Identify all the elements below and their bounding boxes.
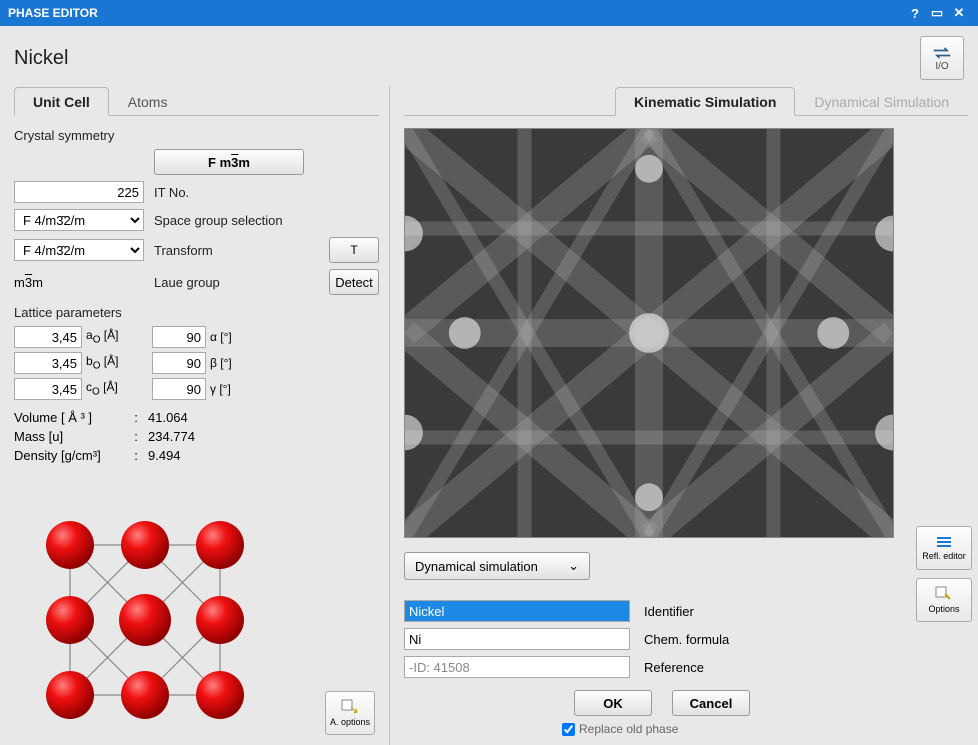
gamma-label: γ [°] xyxy=(210,382,232,396)
space-group-select[interactable]: F 4/m3̄2/m xyxy=(14,209,144,231)
density-label: Density [g/cm³] xyxy=(14,448,124,463)
transform-button[interactable]: T xyxy=(329,237,379,263)
options-icon xyxy=(341,699,359,715)
identifier-label: Identifier xyxy=(644,604,804,619)
reference-label: Reference xyxy=(644,660,804,675)
io-button[interactable]: I/O xyxy=(920,36,964,80)
b-label: bO [Å] xyxy=(86,354,128,371)
a-input[interactable] xyxy=(14,326,82,348)
laue-label: Laue group xyxy=(154,275,319,290)
help-icon[interactable]: ? xyxy=(904,4,926,22)
it-number-label: IT No. xyxy=(154,185,319,200)
formula-label: Chem. formula xyxy=(644,632,804,647)
dynamical-simulation-button[interactable]: Dynamical simulation ⌄ xyxy=(404,552,590,580)
alpha-label: α [°] xyxy=(210,330,232,344)
window-title: PHASE EDITOR xyxy=(8,6,904,20)
title-bar: PHASE EDITOR ? ▭ ✕ xyxy=(0,0,978,26)
alpha-input[interactable] xyxy=(152,326,206,348)
simulation-viewport[interactable] xyxy=(404,128,894,538)
options-icon xyxy=(935,586,953,602)
laue-value: m3m xyxy=(14,275,144,290)
tab-dynamical[interactable]: Dynamical Simulation xyxy=(795,87,968,116)
a-label: aO [Å] xyxy=(86,328,128,345)
transform-select[interactable]: F 4/m3̄2/m xyxy=(14,239,144,261)
c-input[interactable] xyxy=(14,378,82,400)
detect-button[interactable]: Detect xyxy=(329,269,379,295)
volume-label: Volume [ Å ³ ] xyxy=(14,410,124,425)
minimize-icon[interactable]: ▭ xyxy=(926,4,948,22)
formula-input[interactable] xyxy=(404,628,630,650)
lattice-heading: Lattice parameters xyxy=(14,305,379,320)
ok-button[interactable]: OK xyxy=(574,690,652,716)
replace-label: Replace old phase xyxy=(579,722,678,736)
c-label: cO [Å] xyxy=(86,380,128,397)
swap-icon xyxy=(932,45,952,61)
left-tabs: Unit Cell Atoms xyxy=(14,86,379,116)
volume-value: 41.064 xyxy=(148,410,228,425)
gamma-input[interactable] xyxy=(152,378,206,400)
transform-label: Transform xyxy=(154,243,319,258)
structure-viewer[interactable] xyxy=(30,515,250,735)
b-input[interactable] xyxy=(14,352,82,374)
chevron-down-icon: ⌄ xyxy=(568,558,579,574)
space-group-button[interactable]: F m3m xyxy=(154,149,304,175)
it-number-input[interactable] xyxy=(14,181,144,203)
beta-input[interactable] xyxy=(152,352,206,374)
tab-atoms[interactable]: Atoms xyxy=(109,87,187,116)
options-button[interactable]: Options xyxy=(916,578,972,622)
close-icon[interactable]: ✕ xyxy=(948,4,970,22)
density-value: 9.494 xyxy=(148,448,228,463)
left-pane: Unit Cell Atoms Crystal symmetry F m3m I… xyxy=(0,86,390,745)
list-icon xyxy=(935,535,953,549)
crystal-symmetry-heading: Crystal symmetry xyxy=(14,128,379,143)
header: Nickel I/O xyxy=(0,26,978,86)
identifier-input[interactable] xyxy=(404,600,630,622)
tab-unit-cell[interactable]: Unit Cell xyxy=(14,87,109,116)
beta-label: β [°] xyxy=(210,356,232,370)
space-group-label: Space group selection xyxy=(154,213,319,228)
right-pane: Kinematic Simulation Dynamical Simulatio… xyxy=(390,86,978,745)
mass-label: Mass [u] xyxy=(14,429,124,444)
cancel-button[interactable]: Cancel xyxy=(672,690,750,716)
mass-value: 234.774 xyxy=(148,429,228,444)
reference-input[interactable] xyxy=(404,656,630,678)
atom-options-button[interactable]: A. options xyxy=(325,691,375,735)
tab-kinematic[interactable]: Kinematic Simulation xyxy=(615,87,795,116)
right-tabs: Kinematic Simulation Dynamical Simulatio… xyxy=(404,86,968,116)
replace-checkbox[interactable] xyxy=(562,723,575,736)
phase-name: Nickel xyxy=(14,47,920,70)
refl-editor-button[interactable]: Refl. editor xyxy=(916,526,972,570)
